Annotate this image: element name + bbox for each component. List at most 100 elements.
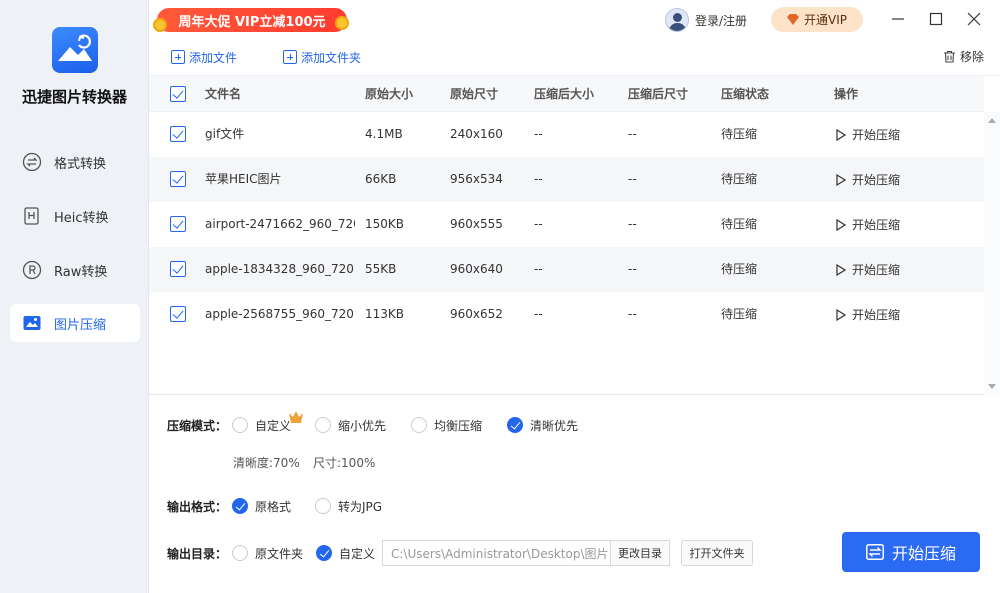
add-folder-label: 添加文件夹 <box>301 50 362 65</box>
scroll-down-arrow-icon[interactable] <box>988 384 996 389</box>
play-icon <box>836 218 846 231</box>
coin-icon <box>335 16 349 30</box>
file-name: airport-2471662_960_720 <box>205 217 355 231</box>
row-checkbox[interactable] <box>170 171 186 187</box>
sidebar-item-raw[interactable]: Raw转换 <box>10 251 140 289</box>
format-jpg-radio[interactable] <box>315 498 331 514</box>
dir-original-radio[interactable] <box>232 545 248 561</box>
format-convert-icon <box>22 152 42 172</box>
sidebar-item-format-convert[interactable]: 格式转换 <box>10 143 140 181</box>
start-compress-row-button[interactable]: 开始压缩 <box>836 202 900 247</box>
heic-icon <box>22 206 42 226</box>
compress-options-panel: 压缩模式： 自定义 缩小优先 均衡压缩 清晰优先 清晰度:70% 尺寸:100%… <box>149 395 1000 593</box>
table-scrollbar[interactable] <box>984 112 1000 395</box>
scroll-up-arrow-icon[interactable] <box>988 118 996 123</box>
dir-original-label: 原文件夹 <box>255 547 304 561</box>
play-icon <box>836 308 846 321</box>
login-button[interactable]: 登录/注册 <box>665 7 747 33</box>
sidebar-item-label: Heic转换 <box>54 210 109 226</box>
original-dims: 956x534 <box>450 172 503 186</box>
start-compress-row-button[interactable]: 开始压缩 <box>836 247 900 292</box>
add-folder-button[interactable]: 添加文件夹 <box>283 48 361 66</box>
start-compress-row-button[interactable]: 开始压缩 <box>836 292 900 337</box>
row-checkbox[interactable] <box>170 126 186 142</box>
mode-clarity-radio[interactable] <box>507 417 523 433</box>
change-dir-label: 更改目录 <box>618 547 662 560</box>
close-button[interactable] <box>963 8 985 30</box>
format-original-radio[interactable] <box>232 498 248 514</box>
output-path-field[interactable] <box>382 540 610 566</box>
title-bar: 周年大促 VIP立减100元 登录/注册 开通VIP <box>149 0 1000 38</box>
action-label: 开始压缩 <box>852 173 901 187</box>
file-name: apple-1834328_960_720 <box>205 262 354 276</box>
compressed-size: -- <box>534 217 543 231</box>
close-icon <box>967 12 981 26</box>
app-title: 迅捷图片转换器 <box>21 88 127 106</box>
compressed-dims: -- <box>628 217 637 231</box>
mode-balanced-label: 均衡压缩 <box>434 419 483 433</box>
remove-button[interactable]: 移除 <box>943 48 984 65</box>
table-row[interactable]: airport-2471662_960_720 150KB 960x555 --… <box>149 202 984 247</box>
image-compress-icon <box>22 313 42 333</box>
remove-label: 移除 <box>959 50 984 64</box>
compress-status: 待压缩 <box>721 307 758 321</box>
size-info: 尺寸:100% <box>313 456 376 470</box>
compressed-dims: -- <box>628 172 637 186</box>
compressed-dims: -- <box>628 307 637 321</box>
maximize-button[interactable] <box>925 8 947 30</box>
table-row[interactable]: gif文件 4.1MB 240x160 -- -- 待压缩 开始压缩 <box>149 112 984 157</box>
original-dims: 960x652 <box>450 307 503 321</box>
promo-banner[interactable]: 周年大促 VIP立减100元 <box>157 8 347 32</box>
avatar <box>665 8 689 32</box>
sidebar-item-heic[interactable]: Heic转换 <box>10 197 140 235</box>
vip-crown-icon <box>289 411 303 423</box>
play-icon <box>836 128 846 141</box>
original-size: 113KB <box>365 307 405 321</box>
mode-shrink-radio[interactable] <box>315 417 331 433</box>
table-row[interactable]: 苹果HEIC图片 66KB 956x534 -- -- 待压缩 开始压缩 <box>149 157 984 202</box>
row-checkbox[interactable] <box>170 261 186 277</box>
play-icon <box>836 263 846 276</box>
mode-balanced-radio[interactable] <box>411 417 427 433</box>
mode-custom-radio[interactable] <box>232 417 248 433</box>
compress-mode-label: 压缩模式： <box>167 419 228 433</box>
column-header: 原始大小 <box>365 87 414 101</box>
sidebar: 迅捷图片转换器 格式转换 Heic转换 Raw转换 图片压缩 <box>0 0 149 593</box>
start-compress-row-button[interactable]: 开始压缩 <box>836 157 900 202</box>
format-jpg-label: 转为JPG <box>338 500 383 514</box>
original-dims: 960x555 <box>450 217 503 231</box>
table-row[interactable]: apple-1834328_960_720 55KB 960x640 -- --… <box>149 247 984 292</box>
file-name: apple-2568755_960_720 <box>205 307 354 321</box>
minimize-button[interactable] <box>887 8 909 30</box>
column-header: 文件名 <box>205 87 242 101</box>
vip-button[interactable]: 开通VIP <box>771 7 863 32</box>
select-all-checkbox[interactable] <box>170 86 186 102</box>
action-label: 开始压缩 <box>852 128 901 142</box>
open-folder-button[interactable]: 打开文件夹 <box>681 540 753 566</box>
original-size: 66KB <box>365 172 397 186</box>
play-icon <box>836 173 846 186</box>
add-file-button[interactable]: 添加文件 <box>171 48 237 66</box>
mode-custom-label: 自定义 <box>255 419 292 433</box>
action-label: 开始压缩 <box>852 263 901 277</box>
file-table: 文件名 原始大小 原始尺寸 压缩后大小 压缩后尺寸 压缩状态 操作 gif文件 … <box>149 76 1000 395</box>
start-compress-button[interactable]: 开始压缩 <box>842 532 980 572</box>
swap-icon <box>865 544 884 560</box>
minimize-icon <box>892 18 904 20</box>
dir-custom-radio[interactable] <box>316 545 332 561</box>
sidebar-item-image-compress[interactable]: 图片压缩 <box>10 304 140 342</box>
compress-status: 待压缩 <box>721 127 758 141</box>
table-header: 文件名 原始大小 原始尺寸 压缩后大小 压缩后尺寸 压缩状态 操作 <box>149 76 984 112</box>
mode-shrink-label: 缩小优先 <box>338 419 387 433</box>
open-folder-label: 打开文件夹 <box>689 547 745 560</box>
column-header: 压缩后尺寸 <box>628 87 689 101</box>
login-label: 登录/注册 <box>695 13 748 28</box>
mode-clarity-label: 清晰优先 <box>530 419 579 433</box>
row-checkbox[interactable] <box>170 216 186 232</box>
row-checkbox[interactable] <box>170 306 186 322</box>
change-dir-button[interactable]: 更改目录 <box>610 540 670 566</box>
file-name: gif文件 <box>205 127 245 141</box>
table-row[interactable]: apple-2568755_960_720 113KB 960x652 -- -… <box>149 292 984 337</box>
maximize-icon <box>929 12 943 26</box>
start-compress-row-button[interactable]: 开始压缩 <box>836 112 900 157</box>
